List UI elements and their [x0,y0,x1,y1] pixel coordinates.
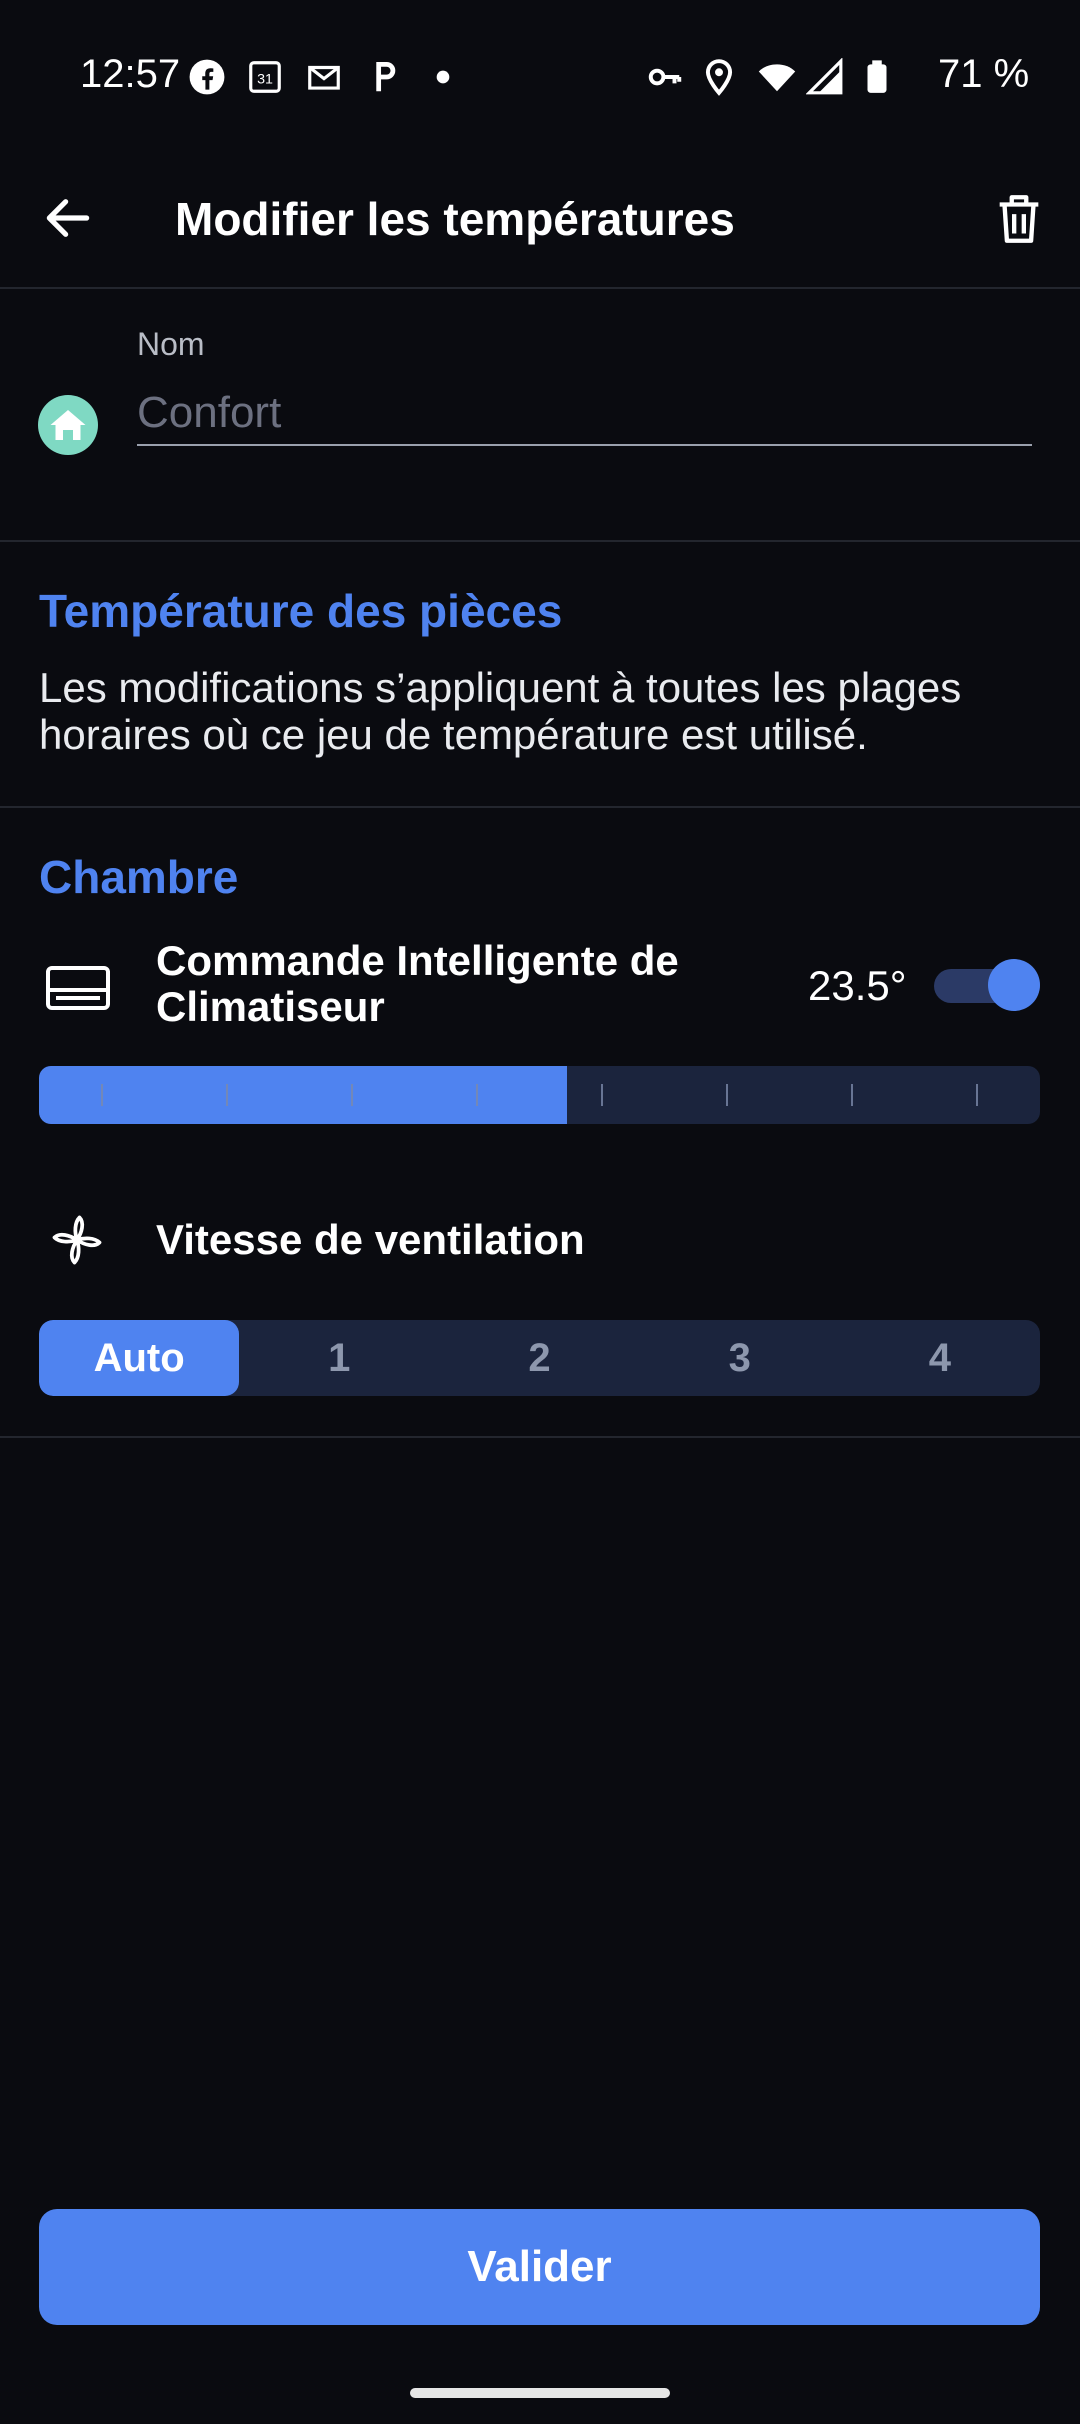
svg-text:31: 31 [257,71,273,87]
status-time: 12:57 [80,52,181,96]
temperature-slider-fill [39,1066,567,1124]
slider-tick [351,1084,353,1106]
temperature-value: 23.5° [808,962,907,1009]
home-indicator[interactable] [410,2388,670,2398]
fan-speed-option[interactable]: 1 [239,1320,439,1396]
slider-tick [976,1084,978,1106]
fan-speed-option[interactable]: Auto [39,1320,240,1396]
p-app-icon [376,61,396,92]
key-icon [648,68,682,86]
dot-icon [436,70,450,84]
page-title: Modifier les températures [175,193,735,245]
device-toggle-knob[interactable] [988,959,1040,1011]
location-icon [705,59,733,96]
gmail-icon [308,65,340,90]
home-badge [38,395,98,455]
temperature-slider[interactable] [39,1066,1040,1124]
fan-speed-option[interactable]: 2 [439,1320,639,1396]
signal-icon [806,58,843,95]
section-divider [0,540,1080,542]
slider-tick [226,1084,228,1106]
wifi-icon [758,64,796,92]
fan-speed-selector: Auto 1 2 3 4 [39,1320,1040,1396]
name-field-label: Nom [137,326,205,362]
slider-tick [601,1084,603,1106]
slider-tick [476,1084,478,1106]
validate-button[interactable]: Valider [39,2209,1040,2325]
battery-percentage: 71 % [938,52,1030,96]
section-divider [0,1436,1080,1438]
slider-tick [851,1084,853,1106]
back-arrow-icon[interactable] [40,190,96,246]
slider-tick [726,1084,728,1106]
fan-speed-option[interactable]: 3 [640,1320,840,1396]
room-name: Chambre [39,851,239,903]
section-description: Les modifications s’appliquent à toutes … [39,664,962,758]
name-input[interactable] [137,382,1032,446]
fan-speed-option[interactable]: 4 [840,1320,1040,1396]
battery-icon [867,60,887,93]
header-divider [0,287,1080,289]
section-title-room-temperatures: Température des pièces [39,585,563,637]
slider-tick [101,1084,103,1106]
fan-icon [52,1215,102,1265]
fan-speed-label: Vitesse de ventilation [156,1216,585,1263]
home-icon [50,410,86,440]
section-divider [0,806,1080,808]
calendar-icon: 31 [249,61,281,93]
facebook-icon [189,59,225,95]
air-conditioner-icon [46,966,110,1010]
trash-icon[interactable] [990,190,1048,248]
device-name: Commande Intelligente de Climatiseur [156,937,679,1030]
